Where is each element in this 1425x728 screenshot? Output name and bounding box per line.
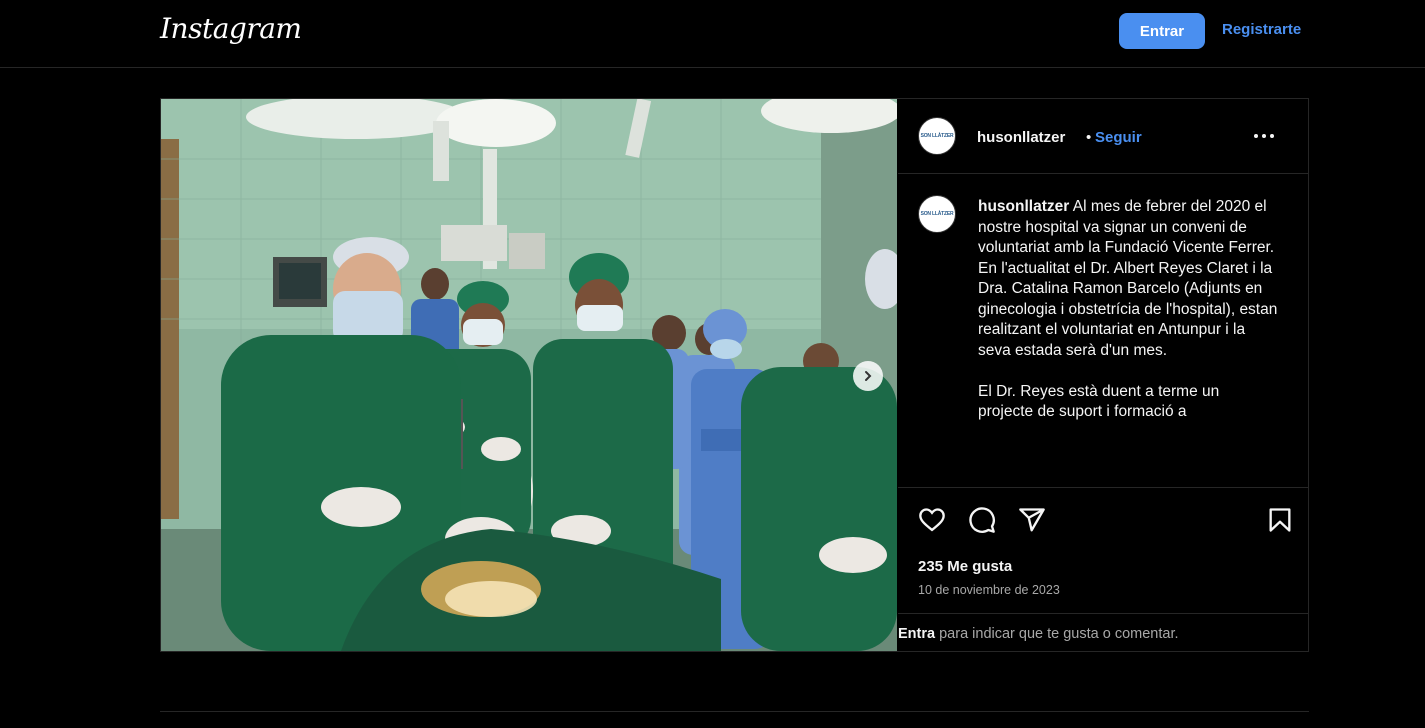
bookmark-icon[interactable] [1266, 506, 1294, 534]
post-caption: SON LLÀTZER husonllatzer Al mes de febre… [898, 175, 1308, 487]
post-image[interactable] [161, 99, 897, 651]
top-navbar: Instagram Entrar Registrarte [0, 0, 1425, 68]
footer-divider [160, 711, 1309, 712]
login-prompt: Entra para indicar que te gusta o coment… [898, 613, 1308, 651]
operating-room-photo [161, 99, 897, 651]
header-separator: • [1086, 129, 1092, 146]
login-prompt-text: para indicar que te gusta o comentar. [935, 626, 1179, 642]
avatar[interactable]: SON LLÀTZER [918, 117, 956, 155]
caption-text-block: husonllatzer Al mes de febrer del 2020 e… [978, 197, 1278, 423]
caption-body: Al mes de febrer del 2020 el nostre hosp… [978, 198, 1278, 420]
likes-count[interactable]: 235 Me gusta [918, 558, 1012, 575]
post-sidebar: SON LLÀTZER husonllatzer • Seguir SON LL… [898, 99, 1308, 651]
login-prompt-link[interactable]: Entra [898, 626, 935, 642]
send-icon[interactable] [1018, 506, 1046, 534]
heart-icon[interactable] [918, 506, 946, 534]
post-date[interactable]: 10 de noviembre de 2023 [918, 583, 1060, 597]
more-options-icon[interactable] [1252, 133, 1276, 139]
avatar-text: SON LLÀTZER [920, 133, 954, 139]
login-button[interactable]: Entrar [1119, 13, 1205, 49]
next-image-button[interactable] [853, 361, 883, 391]
follow-button[interactable]: Seguir [1095, 129, 1142, 146]
register-link[interactable]: Registrarte [1222, 21, 1301, 38]
instagram-logo[interactable]: Instagram [160, 12, 302, 45]
chevron-right-icon [865, 371, 872, 381]
caption-avatar-text: SON LLÀTZER [920, 211, 954, 217]
post-header: SON LLÀTZER husonllatzer • Seguir [898, 99, 1308, 174]
post-actions: 235 Me gusta 10 de noviembre de 2023 [898, 487, 1308, 613]
comment-icon[interactable] [968, 506, 996, 534]
caption-username[interactable]: husonllatzer [978, 198, 1069, 215]
post-card: SON LLÀTZER husonllatzer • Seguir SON LL… [160, 98, 1309, 652]
header-username[interactable]: husonllatzer [977, 129, 1065, 146]
caption-avatar[interactable]: SON LLÀTZER [918, 195, 956, 233]
